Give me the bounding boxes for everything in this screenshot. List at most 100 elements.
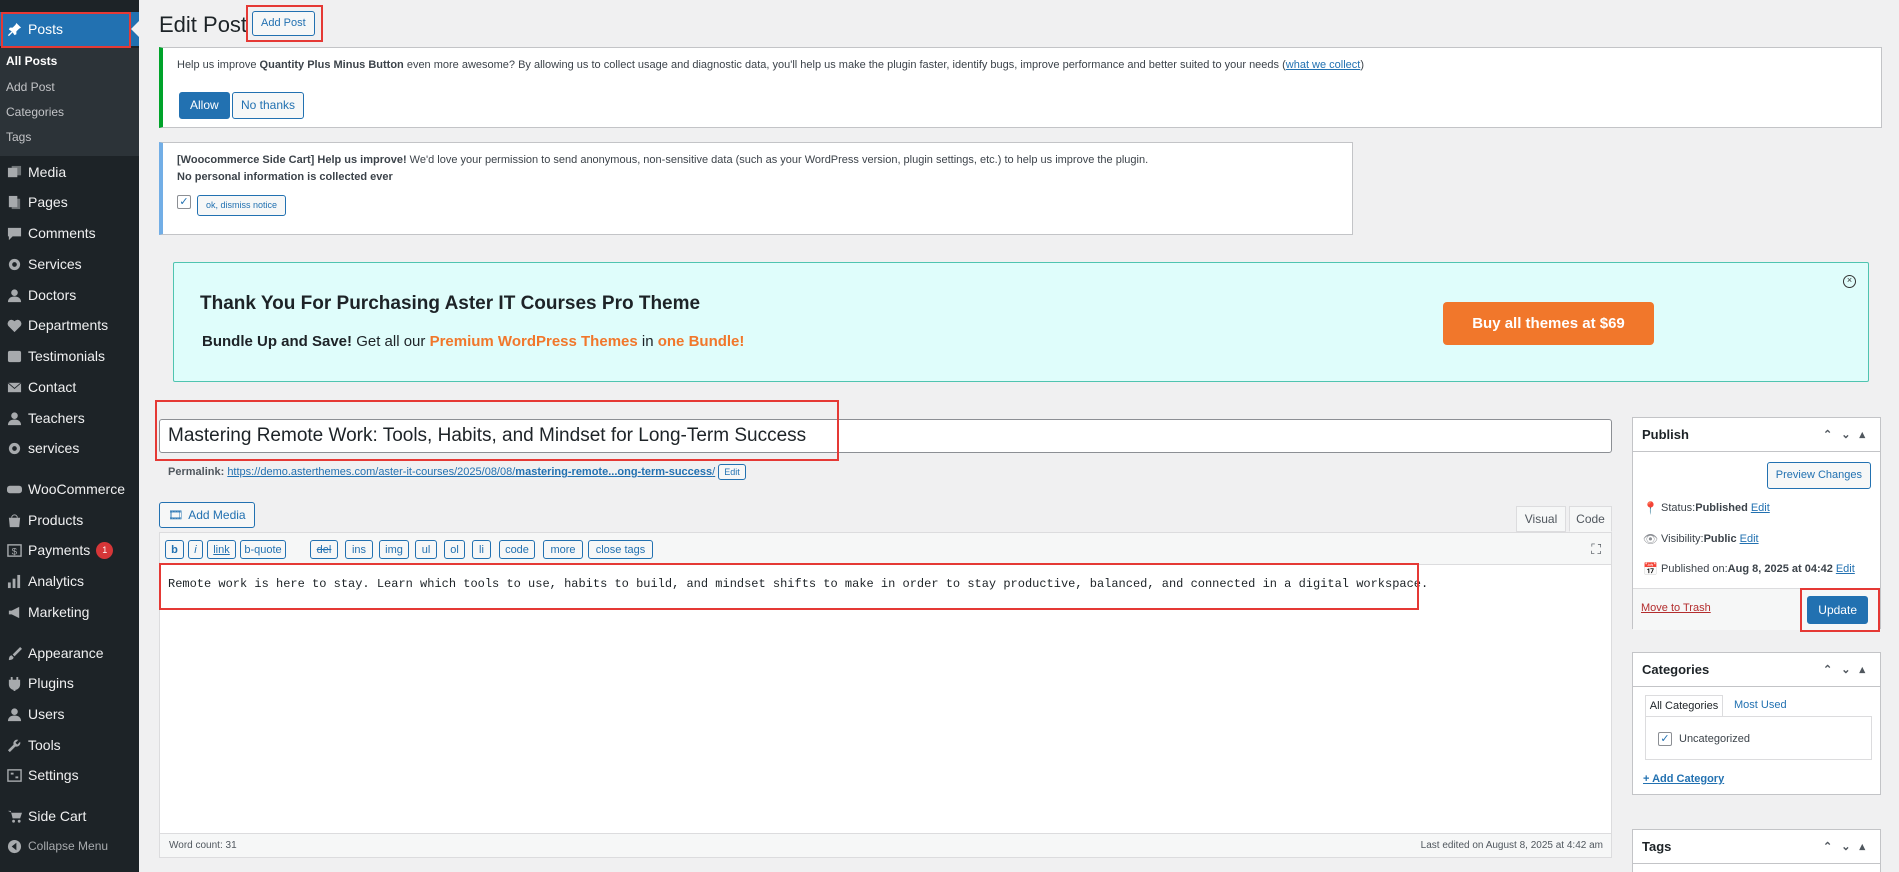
sidebar-item-services-2[interactable]: services	[0, 433, 139, 463]
qt-ins-button[interactable]: ins	[345, 540, 373, 559]
tab-visual[interactable]: Visual	[1516, 506, 1566, 532]
qt-li-button[interactable]: li	[472, 540, 491, 559]
qt-link-button[interactable]: link	[207, 540, 236, 559]
close-icon[interactable]: ×	[1843, 275, 1856, 288]
visibility-edit-link[interactable]: Edit	[1740, 533, 1759, 545]
sidebar-item-woocommerce[interactable]: WooCommerce	[0, 474, 139, 504]
notice-quantity-plugin: Help us improve Quantity Plus Minus Butt…	[159, 47, 1882, 128]
pin-icon: 📍	[1643, 501, 1658, 515]
sidebar-item-label: Departments	[28, 317, 109, 333]
what-we-collect-link[interactable]: what we collect	[1286, 59, 1361, 71]
user-icon	[3, 706, 25, 722]
sidebar-item-settings[interactable]: Settings	[0, 760, 139, 790]
qt-code-button[interactable]: code	[499, 540, 535, 559]
box-arrows[interactable]: ⌃⌄▴	[1823, 663, 1874, 676]
sidebar-item-pages[interactable]: Pages	[0, 187, 139, 217]
qt-bold-button[interactable]: b	[165, 540, 184, 559]
add-media-button[interactable]: 🎞 Add Media	[159, 502, 255, 528]
posts-submenu: All Posts Add Post Categories Tags	[0, 48, 139, 156]
sidebar-item-side-cart[interactable]: Side Cart	[0, 801, 139, 831]
sidebar-item-doctors[interactable]: Doctors	[0, 280, 139, 310]
submenu-categories[interactable]: Categories	[6, 105, 64, 119]
tab-most-used[interactable]: Most Used	[1734, 699, 1787, 711]
post-title-input[interactable]	[159, 419, 1612, 453]
collapse-menu-button[interactable]: Collapse Menu	[0, 831, 139, 861]
publish-box-header: Publish ⌃⌄▴	[1633, 418, 1880, 452]
publish-box: Publish ⌃⌄▴ Preview Changes 📍 Status: Publ…	[1632, 417, 1881, 630]
sidebar-item-marketing[interactable]: Marketing	[0, 597, 139, 627]
qt-ol-button[interactable]: ol	[444, 540, 465, 559]
sidebar-item-label: Comments	[28, 225, 96, 241]
move-to-trash-link[interactable]: Move to Trash	[1641, 602, 1711, 614]
wrench-icon	[3, 737, 25, 753]
allow-button[interactable]: Allow	[179, 92, 230, 119]
qt-close-tags-button[interactable]: close tags	[588, 540, 653, 559]
sidebar-item-services[interactable]: Services	[0, 249, 139, 279]
add-post-button[interactable]: Add Post	[252, 11, 315, 36]
notice2-line2: No personal information is collected eve…	[177, 171, 393, 183]
gear-icon	[3, 440, 25, 456]
submenu-all-posts[interactable]: All Posts	[6, 54, 57, 68]
permalink-edit-button[interactable]: Edit	[718, 464, 746, 480]
tags-title: Tags	[1642, 839, 1672, 854]
publish-title: Publish	[1642, 427, 1689, 442]
sidebar-item-posts[interactable]: Posts	[0, 12, 139, 46]
sidebar-item-departments[interactable]: Departments	[0, 310, 139, 340]
sidebar-item-teachers[interactable]: Teachers	[0, 403, 139, 433]
sidebar-item-label: Marketing	[28, 604, 90, 620]
sidebar-item-comments[interactable]: Comments	[0, 218, 139, 248]
admin-sidebar: Posts All Posts Add Post Categories Tags…	[0, 0, 139, 872]
category-checkbox[interactable]: ✓	[1658, 732, 1672, 746]
post-content-textarea[interactable]: Remote work is here to stay. Learn which…	[160, 565, 1611, 825]
add-category-link[interactable]: + Add Category	[1643, 773, 1724, 785]
sidebar-item-label: Testimonials	[28, 348, 106, 364]
status-edit-link[interactable]: Edit	[1751, 502, 1770, 514]
sidebar-item-analytics[interactable]: Analytics	[0, 566, 139, 596]
calendar-icon: 📅	[1643, 562, 1658, 576]
sidebar-item-testimonials[interactable]: Testimonials	[0, 341, 139, 371]
qt-italic-button[interactable]: i	[188, 540, 203, 559]
sidebar-item-label: services	[28, 440, 80, 456]
sidebar-item-label: Users	[28, 706, 65, 722]
notice-side-cart: [Woocommerce Side Cart] Help us improve!…	[159, 142, 1353, 235]
dismiss-notice-button[interactable]: ok, dismiss notice	[197, 195, 287, 216]
add-media-icon: 🎞	[168, 508, 184, 522]
fullscreen-icon[interactable]: ⛶	[1591, 541, 1601, 558]
tab-all-categories[interactable]: All Categories	[1645, 695, 1723, 717]
sidebar-item-appearance[interactable]: Appearance	[0, 638, 139, 668]
heart-icon	[3, 317, 25, 333]
tab-code[interactable]: Code	[1569, 506, 1612, 532]
publish-status: 📍 Status: Published Edit	[1643, 501, 1770, 515]
sidebar-item-products[interactable]: Products	[0, 505, 139, 535]
qt-more-button[interactable]: more	[543, 540, 583, 559]
qt-bquote-button[interactable]: b-quote	[240, 540, 286, 559]
preview-changes-button[interactable]: Preview Changes	[1766, 462, 1871, 489]
sidebar-item-contact[interactable]: Contact	[0, 372, 139, 402]
update-button[interactable]: Update	[1807, 596, 1868, 624]
box-arrows[interactable]: ⌃⌄▴	[1823, 428, 1874, 441]
sidebar-item-payments[interactable]: $ Payments 1	[0, 535, 139, 565]
sidebar-item-plugins[interactable]: Plugins	[0, 668, 139, 698]
categories-box-header: Categories ⌃⌄▴	[1633, 653, 1880, 687]
submenu-tags[interactable]: Tags	[6, 130, 31, 144]
box-arrows[interactable]: ⌃⌄▴	[1823, 840, 1874, 853]
qt-img-button[interactable]: img	[379, 540, 409, 559]
testimonial-icon	[3, 348, 25, 364]
submenu-add-post[interactable]: Add Post	[6, 80, 55, 94]
sidebar-item-label: Contact	[28, 379, 77, 395]
permalink-link[interactable]: https://demo.asterthemes.com/aster-it-co…	[227, 466, 715, 478]
qt-ul-button[interactable]: ul	[415, 540, 437, 559]
categories-title: Categories	[1642, 662, 1710, 677]
sidebar-item-users[interactable]: Users	[0, 699, 139, 729]
sidebar-item-tools[interactable]: Tools	[0, 730, 139, 760]
publish-date: 📅 Published on: Aug 8, 2025 at 04:42 Edit	[1643, 562, 1855, 576]
no-thanks-button[interactable]: No thanks	[232, 92, 305, 119]
categories-list: ✓ Uncategorized	[1645, 716, 1872, 760]
consent-checkbox[interactable]: ✓	[177, 195, 191, 209]
promo-text: Bundle Up and Save! Get all our Premium …	[202, 333, 745, 350]
date-edit-link[interactable]: Edit	[1836, 563, 1855, 575]
tags-box: Tags ⌃⌄▴	[1632, 829, 1881, 872]
sidebar-item-media[interactable]: Media	[0, 157, 139, 187]
qt-del-button[interactable]: del	[310, 540, 338, 559]
buy-themes-button[interactable]: Buy all themes at $69	[1443, 302, 1654, 345]
